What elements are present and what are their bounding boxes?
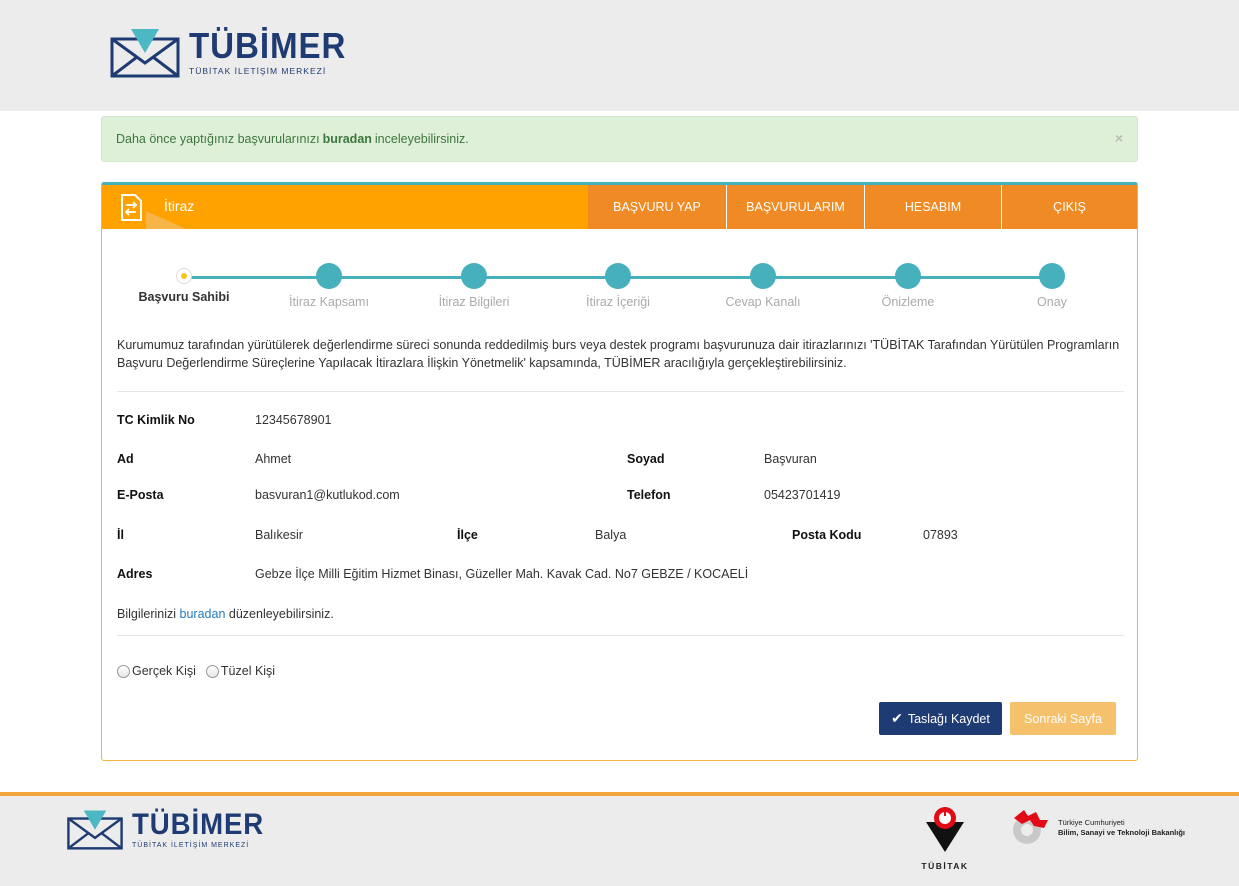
step-dot — [605, 263, 631, 289]
step-label: Önizleme — [881, 295, 935, 309]
brand-name: TÜBİMER — [189, 25, 347, 66]
step-basvuru-sahibi[interactable]: Başvuru Sahibi — [114, 263, 254, 304]
edit-text-after: düzenleyebilirsiniz. — [228, 607, 334, 621]
radio-label: Gerçek Kişi — [132, 664, 196, 678]
step-dot — [316, 263, 342, 289]
footer-tubimer-logo[interactable]: TÜBİMER TÜBİTAK İLETİŞİM MERKEZİ — [66, 806, 276, 852]
ilce-label: İlçe — [457, 528, 478, 542]
eposta-label: E-Posta — [117, 488, 164, 502]
gear-icon — [1013, 810, 1048, 844]
alert-text-before: Daha önce yaptığınız başvurularınızı — [116, 132, 320, 146]
ad-label: Ad — [117, 452, 134, 466]
check-icon: ✔ — [891, 710, 903, 726]
eposta-value: basvuran1@kutlukod.com — [255, 488, 400, 502]
divider — [117, 391, 1124, 392]
posta-kodu-value: 07893 — [923, 528, 958, 542]
adres-value: Gebze İlçe Milli Eğitim Hizmet Binası, G… — [255, 567, 749, 581]
footer-brand-subtitle: TÜBİTAK İLETİŞİM MERKEZİ — [132, 841, 250, 849]
il-value: Balıkesir — [255, 528, 303, 542]
next-page-button[interactable]: Sonraki Sayfa — [1010, 702, 1116, 735]
divider — [117, 635, 1124, 636]
step-label: İtiraz Bilgileri — [438, 295, 510, 309]
step-itiraz-kapsami[interactable]: İtiraz Kapsamı — [259, 263, 399, 309]
ministry-logo[interactable]: Türkiye Cumhuriyeti Bilim, Sanayi ve Tek… — [1000, 808, 1185, 848]
nav-basvuru-yap[interactable]: BAŞVURU YAP — [588, 185, 726, 229]
radio-circle[interactable] — [117, 664, 130, 678]
radio-label: Tüzel Kişi — [220, 664, 276, 678]
telefon-label: Telefon — [627, 488, 671, 502]
envelope-logo-icon — [110, 29, 180, 78]
person-type-radios: Gerçek Kişi Tüzel Kişi — [117, 664, 285, 678]
tubitak-emblem-icon — [926, 807, 964, 852]
step-label: Onay — [1037, 295, 1067, 309]
site-footer: TÜBİMER TÜBİTAK İLETİŞİM MERKEZİ TÜBİTAK… — [0, 792, 1239, 886]
step-onay[interactable]: Onay — [982, 263, 1122, 309]
step-itiraz-bilgileri[interactable]: İtiraz Bilgileri — [404, 263, 544, 309]
ministry-line1: Türkiye Cumhuriyeti — [1058, 818, 1125, 827]
step-dot-active — [176, 268, 192, 284]
step-label: İtiraz İçeriği — [586, 295, 650, 309]
posta-kodu-label: Posta Kodu — [792, 528, 862, 542]
nav-hesabim[interactable]: HESABIM — [864, 185, 1001, 229]
step-label: İtiraz Kapsamı — [289, 295, 369, 309]
adres-label: Adres — [117, 567, 153, 581]
radio-tuzel-kisi[interactable]: Tüzel Kişi — [205, 664, 276, 678]
step-dot — [895, 263, 921, 289]
soyad-label: Soyad — [627, 452, 665, 466]
tubitak-logo[interactable]: TÜBİTAK — [920, 804, 970, 871]
step-dot — [461, 263, 487, 289]
ad-value: Ahmet — [255, 452, 292, 466]
radio-gercek-kisi[interactable]: Gerçek Kişi — [117, 664, 196, 678]
top-nav: BAŞVURU YAP BAŞVURULARIM HESABIM ÇIKIŞ — [588, 185, 1137, 229]
step-dot — [1039, 263, 1065, 289]
tubitak-label: TÜBİTAK — [921, 861, 969, 871]
ministry-line2: Bilim, Sanayi ve Teknoloji Bakanlığı — [1058, 828, 1185, 837]
ilce-value: Balya — [595, 528, 627, 542]
site-header: TÜBİMER TÜBİTAK İLETİŞİM MERKEZİ — [0, 0, 1239, 111]
soyad-value: Başvuran — [764, 452, 817, 466]
alert-text-after: inceleyebilirsiniz. — [374, 132, 469, 146]
edit-info-link[interactable]: buradan — [180, 607, 226, 621]
intro-text: Kurumumuz tarafından yürütülerek değerle… — [117, 338, 1120, 370]
progress-stepper: Başvuru Sahibi İtiraz Kapsamı İtiraz Bil… — [102, 263, 1137, 313]
step-onizleme[interactable]: Önizleme — [838, 263, 978, 309]
itiraz-panel: İtiraz BAŞVURU YAP BAŞVURULARIM HESABIM … — [101, 182, 1138, 761]
panel-title: İtiraz — [164, 198, 195, 214]
brand-subtitle: TÜBİTAK İLETİŞİM MERKEZİ — [189, 66, 327, 76]
step-cevap-kanali[interactable]: Cevap Kanalı — [693, 263, 833, 309]
nav-basvurularim[interactable]: BAŞVURULARIM — [726, 185, 864, 229]
document-exchange-icon — [121, 194, 142, 221]
alert-link[interactable]: buradan — [323, 132, 372, 146]
tubimer-logo[interactable]: TÜBİMER TÜBİTAK İLETİŞİM MERKEZİ — [109, 25, 360, 79]
step-dot — [750, 263, 776, 289]
edit-text-before: Bilgilerinizi — [117, 607, 177, 621]
step-itiraz-icerigi[interactable]: İtiraz İçeriği — [548, 263, 688, 309]
step-label: Cevap Kanalı — [725, 295, 801, 309]
save-draft-button[interactable]: ✔ Taslağı Kaydet — [879, 702, 1002, 735]
save-draft-label: Taslağı Kaydet — [907, 711, 990, 726]
envelope-logo-icon — [67, 810, 123, 850]
tc-value: 12345678901 — [255, 413, 332, 427]
step-label: Başvuru Sahibi — [138, 290, 230, 304]
panel-header: İtiraz BAŞVURU YAP BAŞVURULARIM HESABIM … — [102, 185, 1137, 229]
nav-cikis[interactable]: ÇIKIŞ — [1001, 185, 1137, 229]
tc-label: TC Kimlik No — [117, 413, 195, 427]
close-icon[interactable]: × — [1115, 130, 1123, 146]
telefon-value: 05423701419 — [764, 488, 841, 502]
edit-info-text: Bilgilerinizi buradan düzenleyebilirsini… — [117, 607, 334, 621]
info-alert: Daha önce yaptığınız başvurularınızı bur… — [101, 116, 1138, 162]
il-label: İl — [117, 528, 124, 542]
radio-circle[interactable] — [205, 664, 219, 678]
footer-brand-name: TÜBİMER — [132, 807, 265, 841]
